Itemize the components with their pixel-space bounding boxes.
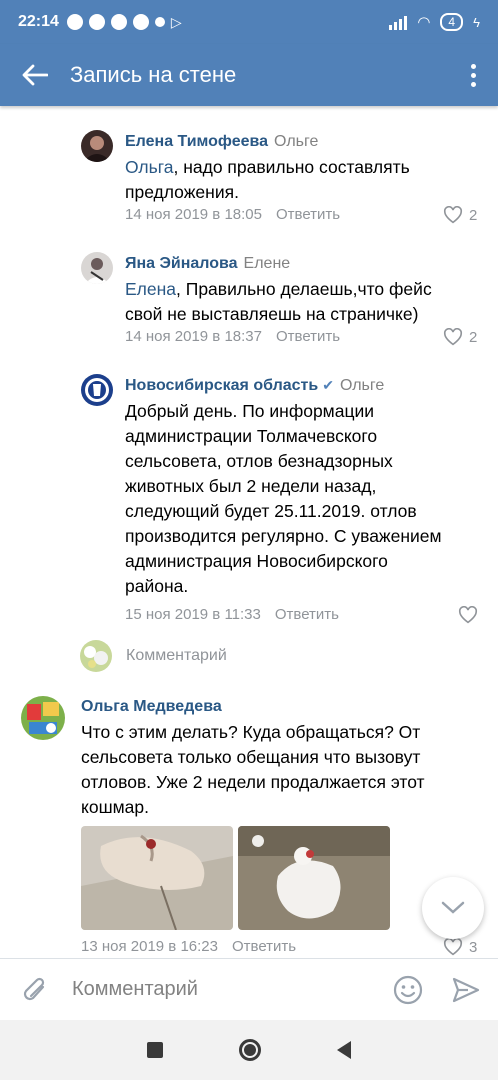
play-icon: ▷: [170, 13, 182, 30]
home-button[interactable]: [239, 1039, 261, 1061]
chat-icon: [110, 14, 127, 30]
comment-feed[interactable]: Елена Тимофеева Ольге Ольга, надо правиль…: [0, 106, 498, 958]
comment-text: Добрый день. По информации администрации…: [125, 401, 442, 596]
mention-link[interactable]: Ольга: [125, 157, 173, 177]
emoji-button[interactable]: [382, 975, 434, 1005]
comment-date: 13 ноя 2019 в 16:23: [81, 938, 218, 955]
signal-icon: [389, 14, 408, 30]
comment-text: Ольга, надо правильно составлять предложе…: [125, 157, 410, 202]
message-icon: [88, 14, 105, 30]
comment-meta: 14 ноя 2019 в 18:37 Ответить: [125, 328, 340, 345]
like-count: 3: [469, 938, 478, 956]
comment-date: 14 ноя 2019 в 18:37: [125, 328, 262, 345]
author-name[interactable]: Новосибирская область: [125, 377, 318, 394]
page-title: Запись на стене: [70, 62, 237, 87]
like-button[interactable]: 3: [443, 938, 477, 956]
mention-link[interactable]: Елена: [125, 279, 176, 299]
attached-photo[interactable]: [238, 826, 390, 930]
author-name[interactable]: Ольга Медведева: [81, 698, 222, 715]
charging-icon: ϟ: [473, 14, 480, 30]
add-reply-row[interactable]: Комментарий: [80, 640, 227, 672]
recents-button[interactable]: [147, 1042, 163, 1058]
comment-input[interactable]: Комментарий: [72, 978, 382, 1001]
system-nav-bar: [0, 1020, 498, 1080]
whatsapp-icon: [66, 14, 83, 30]
comment-text: Что с этим делать? Куда обращаться? От с…: [81, 722, 425, 817]
paperclip-icon: [23, 977, 45, 1000]
send-button[interactable]: [434, 977, 498, 1003]
comment-header: Ольга Медведева: [81, 698, 222, 716]
heart-icon: [443, 206, 463, 224]
back-button[interactable]: [0, 44, 70, 106]
reply-button[interactable]: Ответить: [232, 938, 296, 955]
heart-icon: [443, 328, 463, 346]
smile-icon: [393, 975, 423, 1004]
comment-text: Елена, Правильно делаешь,что фейс свой не…: [125, 279, 432, 324]
comment-meta: 14 ноя 2019 в 18:05 Ответить: [125, 206, 340, 223]
attached-photo[interactable]: [81, 826, 233, 930]
reply-button[interactable]: Ответить: [275, 606, 339, 623]
comment-date: 15 ноя 2019 в 11:33: [125, 606, 261, 623]
like-button[interactable]: [458, 606, 478, 624]
arrow-left-icon: [22, 64, 48, 86]
comment-meta: 13 ноя 2019 в 16:23 Ответить: [81, 938, 296, 955]
battery-icon: 4: [440, 13, 464, 31]
author-name[interactable]: Елена Тимофеева: [125, 133, 268, 150]
attach-button[interactable]: [0, 975, 72, 1005]
status-bar: 22:14 ▷ ◠ 4 ϟ: [0, 0, 498, 44]
avatar[interactable]: [81, 252, 113, 284]
avatar[interactable]: [81, 130, 113, 162]
scroll-down-button[interactable]: [422, 877, 484, 939]
reply-button[interactable]: Ответить: [276, 328, 340, 345]
author-name[interactable]: Яна Эйналова: [125, 255, 238, 272]
like-button[interactable]: 2: [443, 328, 477, 346]
avatar: [80, 640, 112, 672]
comment-date: 14 ноя 2019 в 18:05: [125, 206, 262, 223]
verified-icon: ✔: [322, 377, 334, 393]
comment-header: Яна Эйналова Елене: [125, 255, 290, 273]
notification-icon: [132, 14, 149, 30]
heart-icon: [458, 606, 478, 624]
like-count: 2: [469, 328, 478, 346]
reply-to-label[interactable]: Ольге: [274, 133, 318, 150]
comment-composer: Комментарий: [0, 958, 498, 1020]
reply-button[interactable]: Ответить: [276, 206, 340, 223]
google-icon: [154, 17, 165, 27]
heart-icon: [443, 938, 463, 956]
avatar[interactable]: [21, 696, 65, 740]
send-icon: [452, 977, 480, 1002]
status-time: 22:14: [18, 13, 59, 30]
more-menu-button[interactable]: [448, 63, 498, 87]
reply-to-label[interactable]: Елене: [244, 255, 291, 272]
comment-header: Новосибирская область ✔ Ольге: [125, 377, 384, 395]
avatar[interactable]: [81, 374, 113, 406]
app-bar: Запись на стене: [0, 44, 498, 106]
like-button[interactable]: 2: [443, 206, 477, 224]
add-comment-placeholder[interactable]: Комментарий: [126, 647, 227, 665]
comment-header: Елена Тимофеева Ольге: [125, 133, 318, 151]
reply-to-label[interactable]: Ольге: [340, 377, 384, 394]
like-count: 2: [469, 206, 478, 224]
chevron-down-icon: [441, 901, 465, 914]
comment-meta: 15 ноя 2019 в 11:33 Ответить: [125, 606, 339, 623]
back-nav-button[interactable]: [337, 1041, 351, 1059]
wifi-icon: ◠: [417, 14, 431, 31]
